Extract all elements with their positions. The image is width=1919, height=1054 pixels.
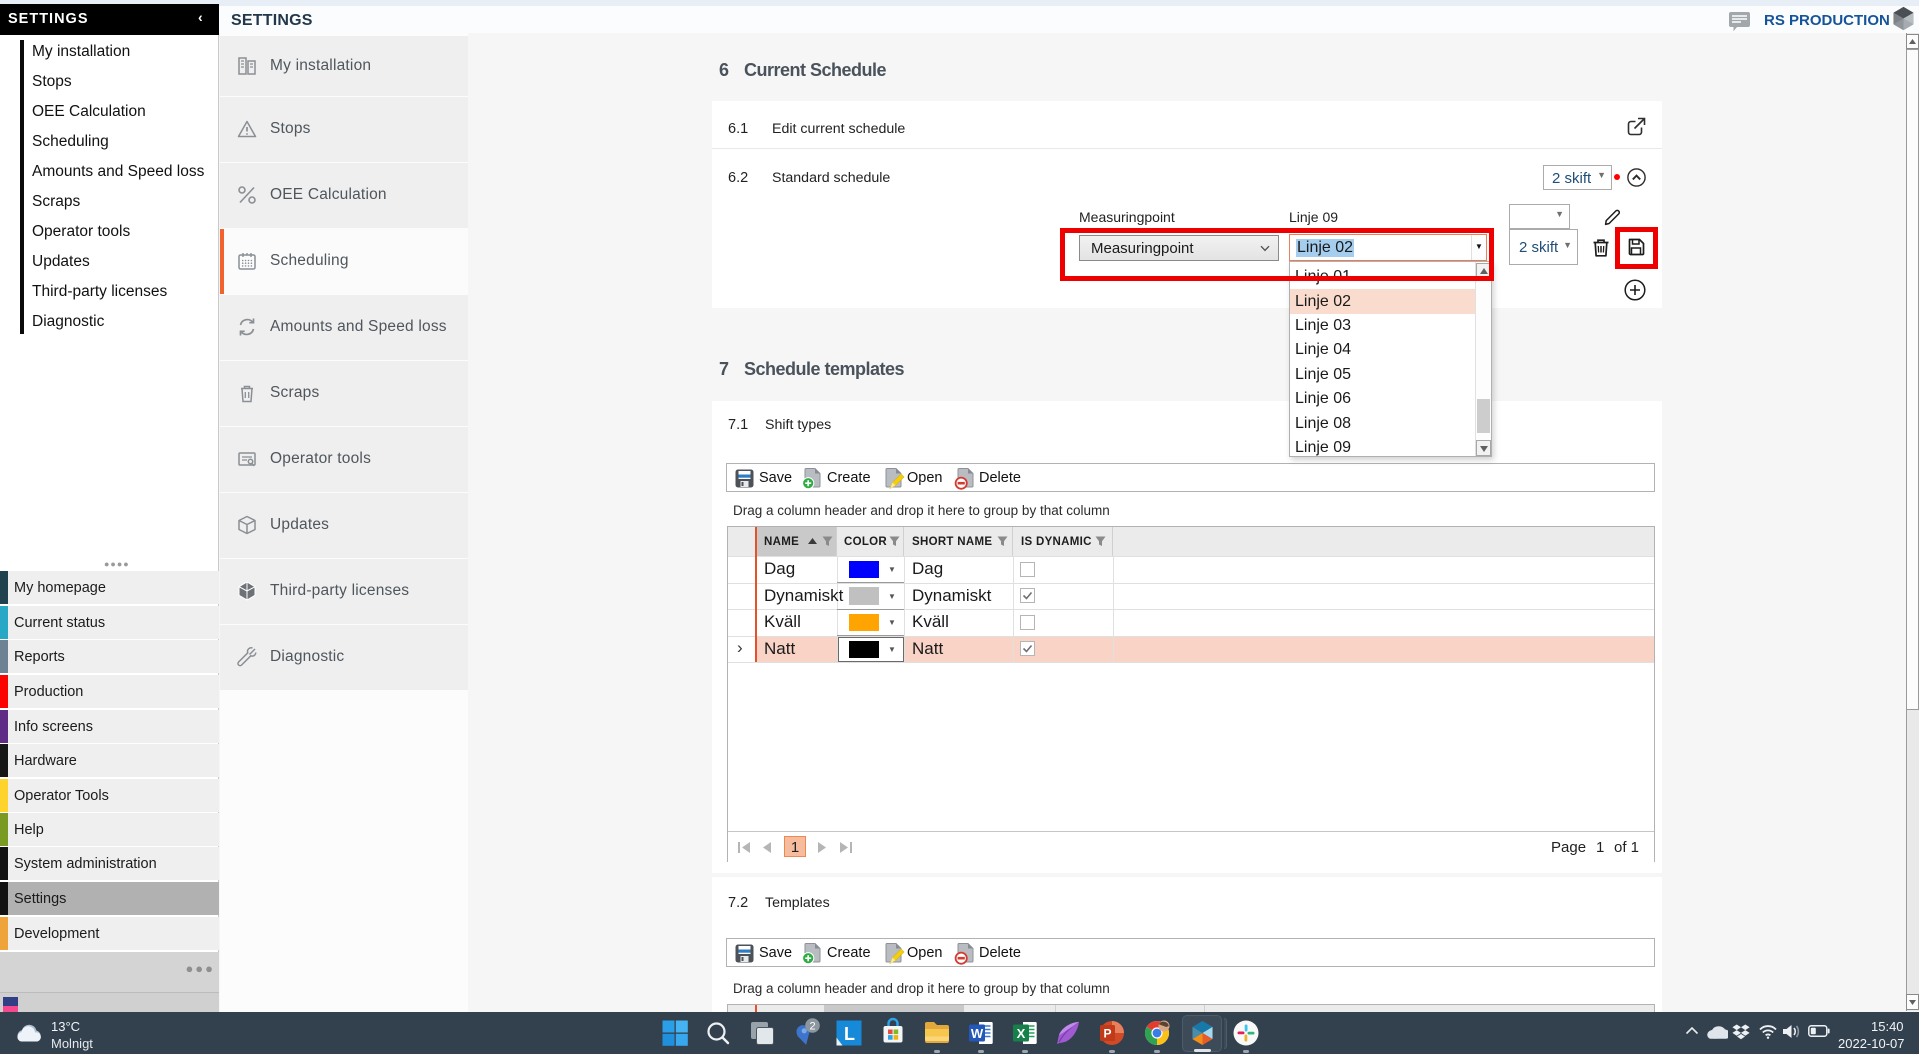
- svg-text:L: L: [844, 1024, 855, 1044]
- svg-text:W: W: [971, 1026, 984, 1041]
- svg-text:P: P: [1103, 1027, 1111, 1041]
- svg-text:2: 2: [809, 1021, 815, 1033]
- svg-text:X: X: [1017, 1026, 1026, 1041]
